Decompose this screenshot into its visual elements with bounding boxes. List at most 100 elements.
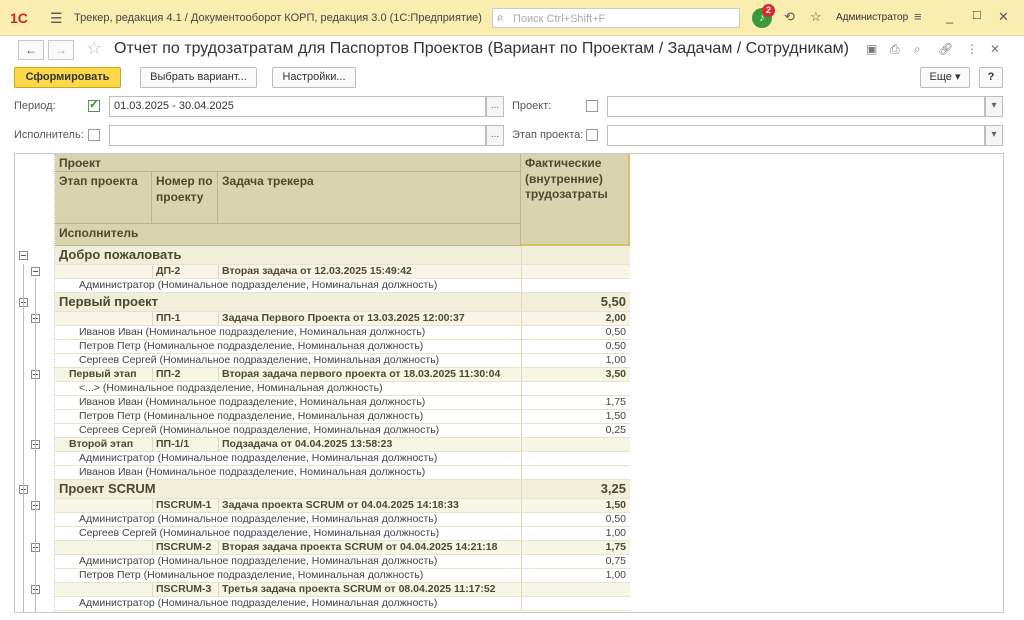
minimize-icon[interactable]: _ <box>946 9 953 24</box>
form-title: Отчет по трудозатратам для Паспортов Про… <box>114 40 849 57</box>
project-dropdown-button[interactable]: ▾ <box>985 96 1003 117</box>
period-field[interactable]: 01.03.2025 - 30.04.2025 <box>109 96 486 117</box>
stage-checkbox[interactable] <box>586 129 598 141</box>
menu-icon[interactable]: ☰ <box>50 10 63 27</box>
task-row[interactable]: Второй этап ПП-1/1 Подзадача от 04.04.2025… <box>55 438 630 452</box>
task-row[interactable]: ПSCRUM-3 Третья задача проекта SCRUM от 0… <box>55 583 630 597</box>
preview-icon[interactable]: ⌕ <box>914 42 921 57</box>
stage-dropdown-button[interactable]: ▾ <box>985 125 1003 146</box>
generate-button[interactable]: Сформировать <box>14 67 121 88</box>
task-row[interactable]: ПSCRUM-2 Вторая задача проекта SCRUM от 0… <box>55 541 630 555</box>
project-name: Первый проект <box>59 294 159 309</box>
more-vertical-icon[interactable]: ⋮ <box>966 42 978 56</box>
search-input[interactable] <box>513 11 733 26</box>
executor-name: Петров Петр (Номинальное подразделение, … <box>79 340 424 352</box>
header-number: Номер по проекту <box>152 172 218 224</box>
task-number: ПSCRUM-1 <box>156 499 212 511</box>
actual-hours-value: 1,00 <box>605 569 626 581</box>
task-number: ПSCRUM-3 <box>156 583 212 595</box>
executor-row[interactable]: Иванов Иван (Номинальное подразделение, … <box>55 396 630 410</box>
stage-name <box>65 541 152 554</box>
executor-row[interactable]: Администратор (Номинальное подразделение… <box>55 279 630 293</box>
executor-row[interactable]: Петров Петр (Номинальное подразделение, … <box>55 340 630 354</box>
stage-name <box>65 583 152 596</box>
settings-button[interactable]: Настройки... <box>272 67 356 88</box>
collapse-group-icon[interactable] <box>31 267 40 276</box>
choose-variant-button[interactable]: Выбрать вариант... <box>140 67 257 88</box>
project-checkbox[interactable] <box>586 100 598 112</box>
actual-hours-value: 0,50 <box>605 513 626 525</box>
period-checkbox[interactable] <box>88 97 100 112</box>
task-row[interactable]: Первый этап ПП-2 Вторая задача первого про… <box>55 368 630 382</box>
executor-name: Администратор (Номинальное подразделение… <box>79 452 438 464</box>
task-row[interactable]: ПSCRUM-1 Задача проекта SCRUM от 04.04.20… <box>55 499 630 513</box>
stage-name: Второй этап <box>69 438 134 450</box>
executor-row[interactable]: Администратор (Номинальное подразделение… <box>55 555 630 569</box>
header-stage: Этап проекта <box>55 172 152 224</box>
actual-hours-value: 5,50 <box>600 294 626 309</box>
project-row[interactable]: Добро пожаловать <box>55 246 630 265</box>
history-icon[interactable]: ⟲ <box>784 9 795 25</box>
column-divider <box>152 499 153 512</box>
executor-row[interactable]: Петров Петр (Номинальное подразделение, … <box>55 569 630 583</box>
more-button[interactable]: Еще ▾ <box>920 67 970 88</box>
task-row[interactable]: ПП-1 Задача Первого Проекта от 13.03.2025… <box>55 312 630 326</box>
executor-name: Иванов Иван (Номинальное подразделение, … <box>79 466 426 478</box>
actual-hours-value: 1,75 <box>605 541 626 553</box>
help-button[interactable]: ? <box>979 67 1003 88</box>
column-divider <box>152 438 153 451</box>
link-icon[interactable]: 🔗︎ <box>938 42 953 56</box>
stage-name <box>65 499 152 512</box>
executor-name: Администратор (Номинальное подразделение… <box>79 597 438 609</box>
executor-select-button[interactable]: ... <box>486 125 504 146</box>
executor-name: Петров Петр (Номинальное подразделение, … <box>79 410 424 422</box>
task-number: ПП-1 <box>156 312 181 324</box>
maximize-icon[interactable]: ☐ <box>972 9 982 22</box>
actual-hours-value <box>521 279 630 292</box>
executor-row[interactable]: Администратор (Номинальное подразделение… <box>55 513 630 527</box>
executor-row[interactable]: Сергеев Сергей (Номинальное подразделени… <box>55 354 630 368</box>
column-divider <box>152 265 153 278</box>
executor-field[interactable] <box>109 125 486 146</box>
report-spreadsheet[interactable]: Проект Этап проекта Номер по проекту Зад… <box>14 153 1004 613</box>
column-divider <box>218 368 219 381</box>
global-search[interactable]: ⌕ <box>492 8 740 28</box>
settings-icon[interactable]: ≡ <box>914 9 922 24</box>
executor-name: Сергеев Сергей (Номинальное подразделени… <box>79 527 440 539</box>
actual-hours-value: 1,50 <box>605 499 626 511</box>
executor-row[interactable]: Администратор (Номинальное подразделение… <box>55 452 630 466</box>
executor-label: Исполнитель: <box>14 129 84 141</box>
executor-row[interactable]: Сергеев Сергей (Номинальное подразделени… <box>55 424 630 438</box>
period-select-button[interactable]: ... <box>486 96 504 117</box>
executor-row[interactable]: Иванов Иван (Номинальное подразделение, … <box>55 466 630 480</box>
header-task: Задача трекера <box>218 172 521 224</box>
actual-hours-value <box>521 597 630 610</box>
favorite-star-icon[interactable]: ☆ <box>86 38 102 59</box>
executor-name: Администратор (Номинальное подразделение… <box>79 555 438 567</box>
more-button-label: Еще <box>929 71 952 83</box>
project-row[interactable]: Первый проект 5,50 <box>55 293 630 312</box>
project-field[interactable] <box>607 96 985 117</box>
close-window-icon[interactable]: ✕ <box>998 9 1009 25</box>
executor-row[interactable]: <...> (Номинальное подразделение, Номина… <box>55 382 630 396</box>
task-row[interactable]: ДП-2 Вторая задача от 12.03.2025 15:49:42 <box>55 265 630 279</box>
1c-logo[interactable]: 1С <box>10 10 28 26</box>
current-user[interactable]: Администратор <box>836 12 908 23</box>
collapse-group-icon[interactable] <box>19 251 28 260</box>
executor-row[interactable]: Петров Петр (Номинальное подразделение, … <box>55 410 630 424</box>
save-icon[interactable]: ▣ <box>866 42 877 56</box>
actual-hours-value: 1,00 <box>605 354 626 366</box>
project-row[interactable]: Проект SCRUM 3,25 <box>55 480 630 499</box>
actual-hours-value: 1,00 <box>605 527 626 539</box>
stage-field[interactable] <box>607 125 985 146</box>
close-form-icon[interactable]: ✕ <box>990 42 1000 56</box>
executor-checkbox[interactable] <box>88 129 100 141</box>
print-icon[interactable]: ⎙ <box>890 42 900 57</box>
executor-row[interactable]: Администратор (Номинальное подразделение… <box>55 597 630 611</box>
executor-row[interactable]: Иванов Иван (Номинальное подразделение, … <box>55 326 630 340</box>
forward-button[interactable]: → <box>48 40 74 60</box>
favorites-icon[interactable]: ☆ <box>810 9 822 25</box>
back-button[interactable]: ← <box>18 40 44 60</box>
column-divider <box>218 583 219 596</box>
executor-row[interactable]: Сергеев Сергей (Номинальное подразделени… <box>55 527 630 541</box>
